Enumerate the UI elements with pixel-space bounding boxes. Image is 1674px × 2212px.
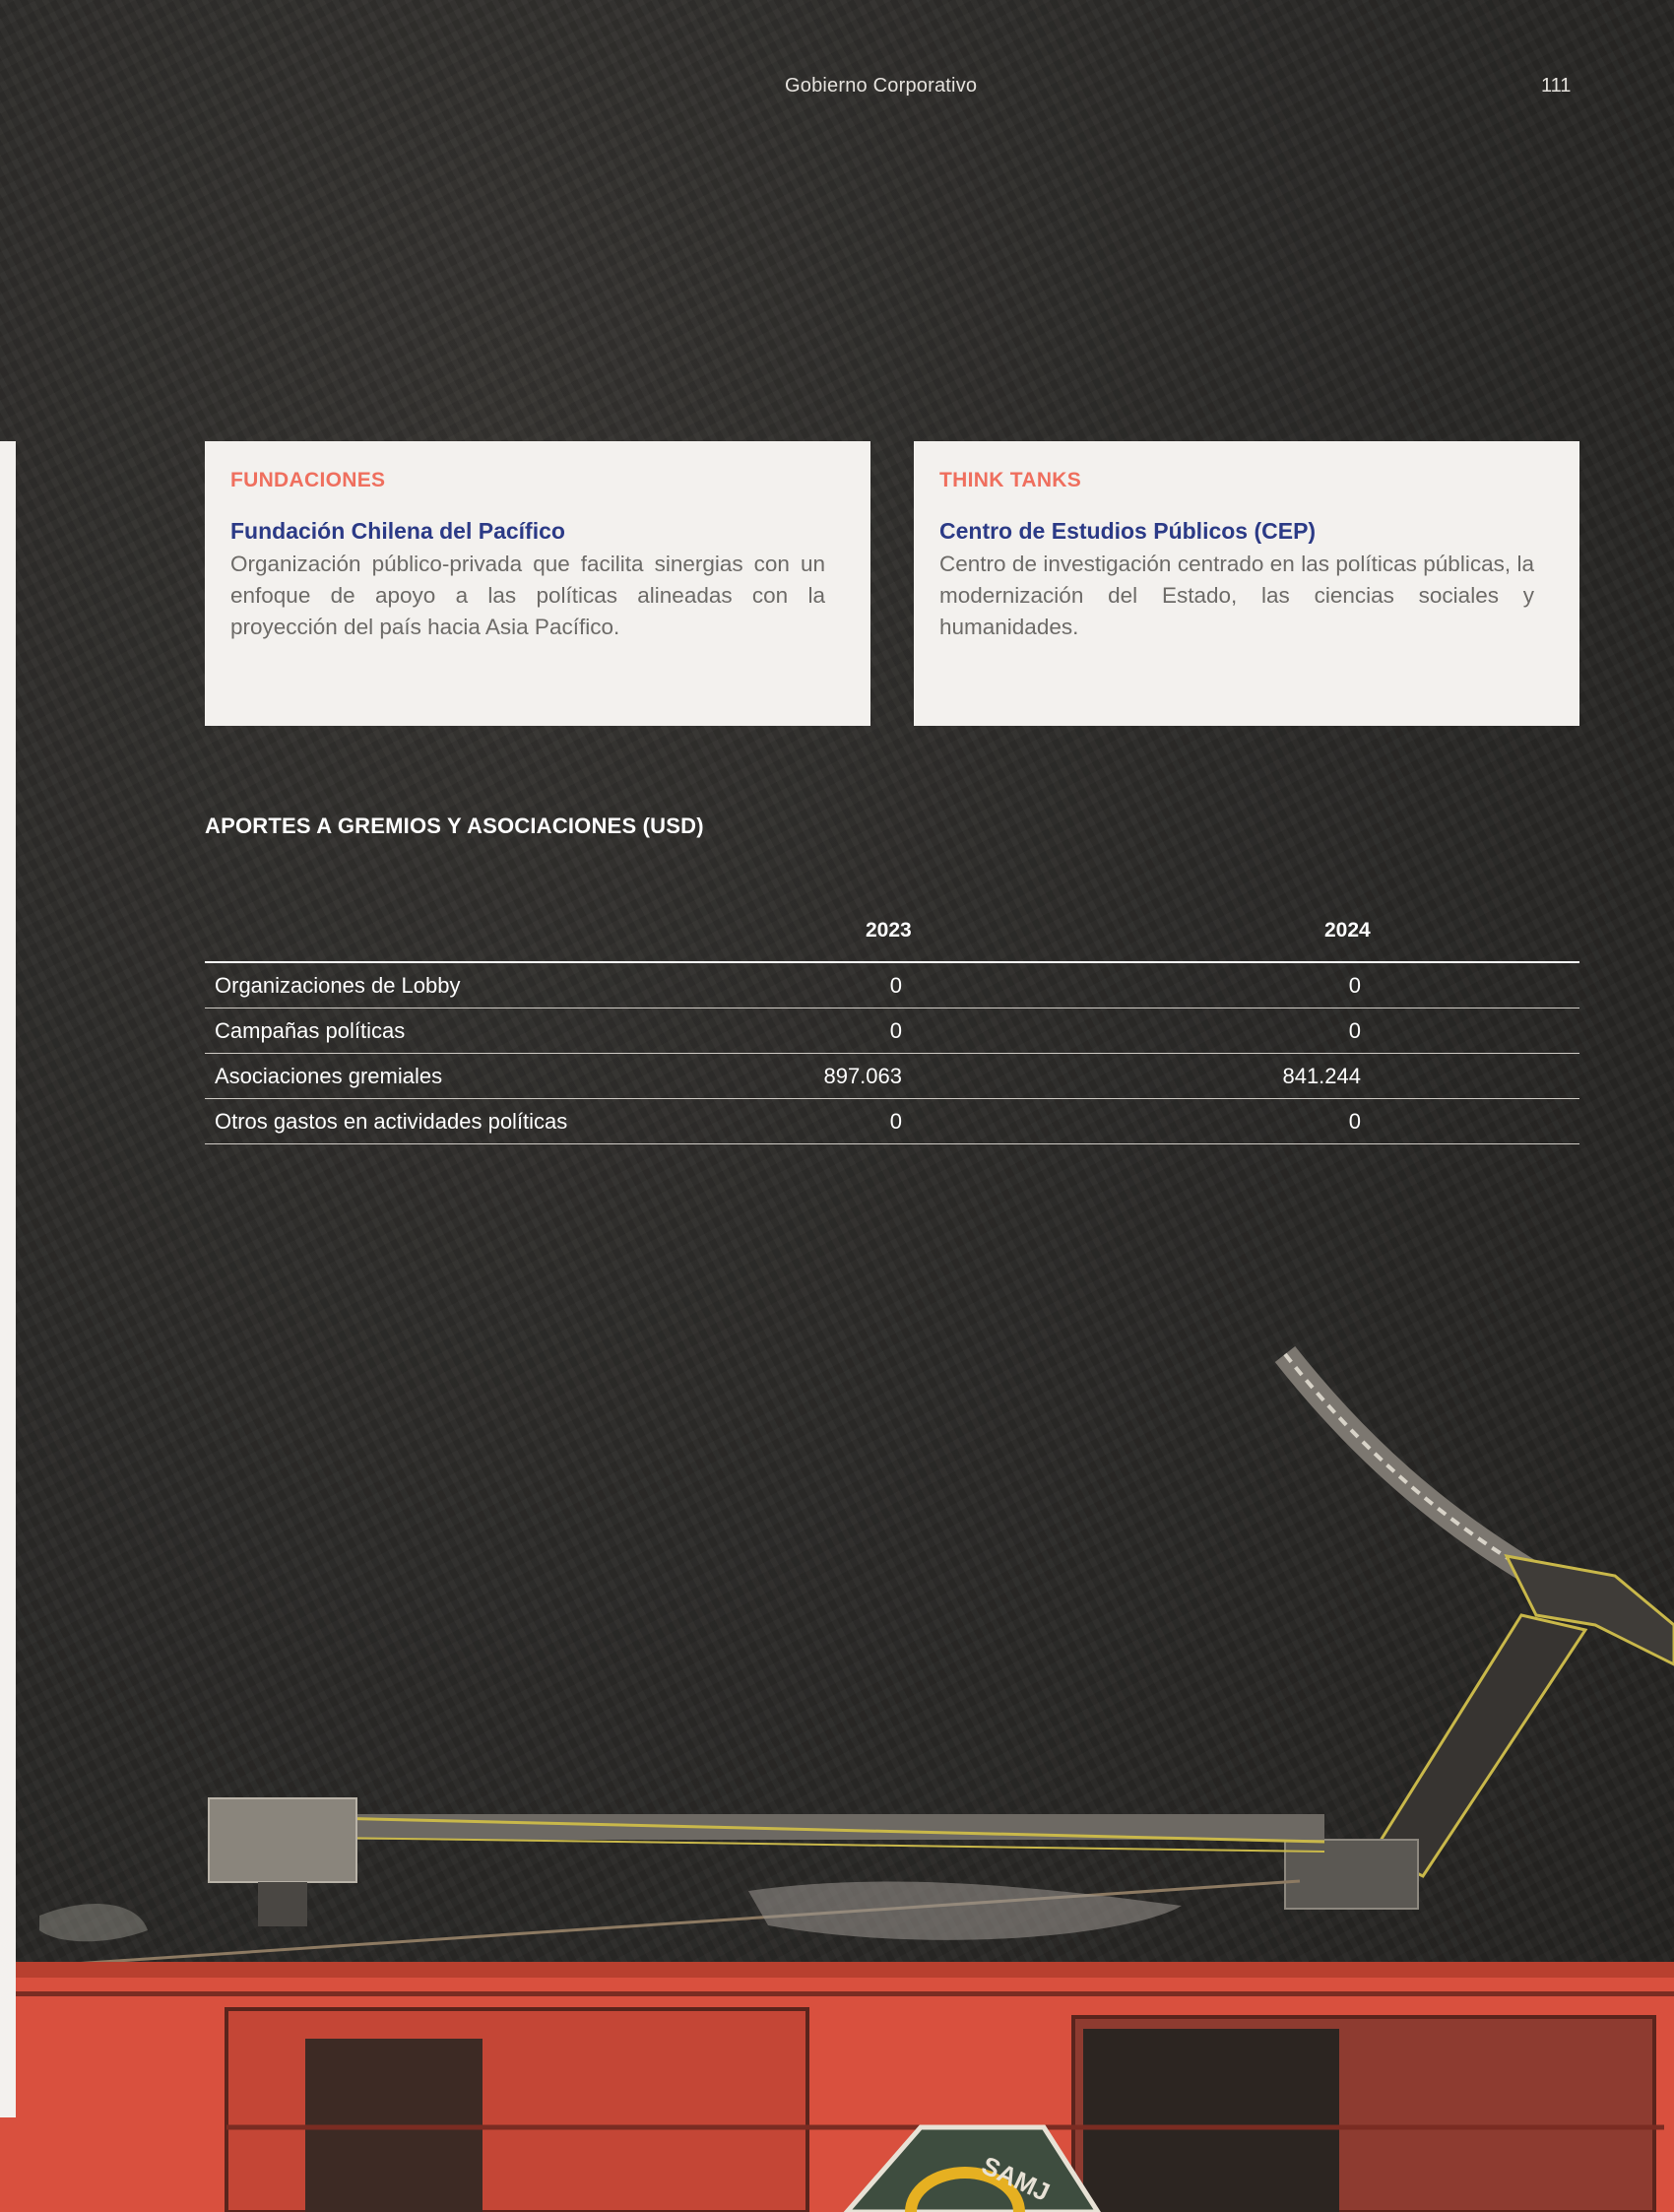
hatch-opening (1083, 2029, 1339, 2212)
card-category: THINK TANKS (939, 469, 1082, 491)
table-row: Campañas políticas 0 0 (205, 1008, 1579, 1054)
value-2023: 0 (889, 1018, 902, 1043)
table-header: 2023 2024 (205, 916, 1579, 963)
ship-deck-rail (0, 1991, 1674, 1996)
card-organization: Centro de Estudios Públicos (CEP) (939, 518, 1317, 544)
page-number: 111 (1541, 75, 1572, 97)
value-2024: 0 (1348, 1109, 1361, 1134)
table-row: Asociaciones gremiales 897.063 841.244 (205, 1054, 1579, 1099)
row-label: Otros gastos en actividades políticas (215, 1109, 568, 1134)
table-row: Otros gastos en actividades políticas 0 … (205, 1099, 1579, 1144)
conveyor-rail (329, 1837, 1325, 1853)
wake-foam (748, 1881, 1182, 1940)
value-2024: 841.244 (1282, 1064, 1361, 1088)
card-organization: Fundación Chilena del Pacífico (230, 518, 565, 544)
row-label: Campañas políticas (215, 1018, 406, 1043)
card-category: FUNDACIONES (230, 469, 386, 491)
left-page-edge (0, 441, 16, 2117)
card-think-tanks: THINK TANKS Centro de Estudios Públicos … (914, 441, 1579, 726)
card-fundaciones: FUNDACIONES Fundación Chilena del Pacífi… (205, 441, 870, 726)
value-2023: 0 (889, 973, 902, 998)
card-description: Centro de investigación centrado en las … (939, 552, 1534, 639)
contributions-table: 2023 2024 Organizaciones de Lobby 0 0 Ca… (205, 916, 1579, 1144)
loader-platform (1284, 1839, 1419, 1910)
table-title: APORTES A GREMIOS Y ASOCIACIONES (USD) (205, 813, 704, 838)
mooring-dolphin (208, 1797, 357, 1883)
value-2024: 0 (1348, 973, 1361, 998)
ship-hull-edge (0, 1962, 1674, 1978)
section-title: Gobierno Corporativo (785, 75, 978, 97)
curved-walkway (1274, 1345, 1543, 1588)
value-2023: 897.063 (823, 1064, 902, 1088)
card-description: Organización público-privada que facilit… (230, 552, 825, 639)
wake-foam (39, 1904, 148, 1942)
mooring-dolphin-base (258, 1882, 307, 1926)
row-label: Asociaciones gremiales (215, 1064, 443, 1088)
pier-trestle (1371, 1613, 1588, 1878)
column-header-2024: 2024 (1324, 919, 1371, 942)
column-header-2023: 2023 (866, 919, 912, 942)
table-row: Organizaciones de Lobby 0 0 (205, 963, 1579, 1008)
row-label: Organizaciones de Lobby (215, 973, 461, 998)
value-2024: 0 (1348, 1018, 1361, 1043)
conveyor-boom (330, 1814, 1324, 1840)
value-2023: 0 (889, 1109, 902, 1134)
